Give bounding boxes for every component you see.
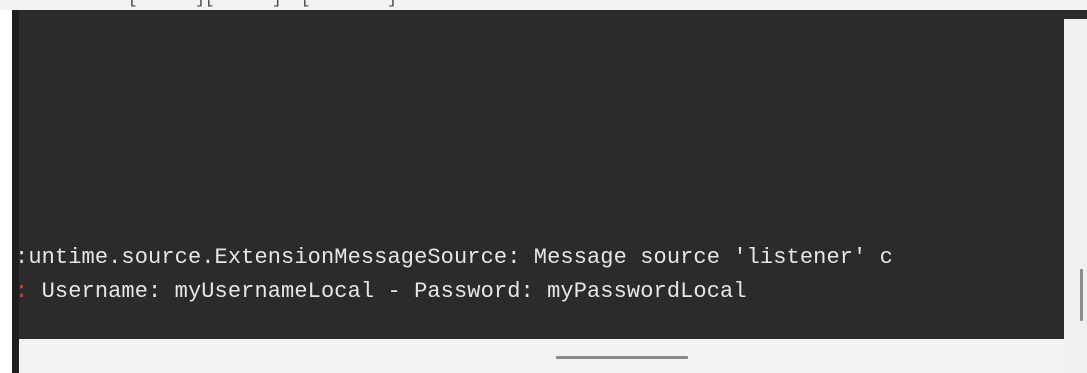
console-line-text: Username: myUsernameLocal - Password: my… [28, 279, 747, 304]
vertical-scroll-thumb[interactable] [1080, 269, 1083, 321]
console-line-prefix: : [19, 279, 28, 304]
vertical-scrollbar[interactable] [1064, 19, 1087, 373]
horizontal-scrollbar[interactable] [19, 339, 1064, 373]
top-cutoff-text: [ ][ ] [ ] [128, 0, 397, 8]
console-line: : Username: myUsernameLocal - Password: … [19, 279, 747, 304]
console-top-border [0, 10, 1087, 19]
left-divider-bar [12, 10, 19, 373]
console-output-panel[interactable]: :untime.source.ExtensionMessageSource: M… [19, 19, 1064, 339]
horizontal-scroll-thumb[interactable] [556, 356, 688, 359]
console-line-text: untime.source.ExtensionMessageSource: Me… [28, 245, 893, 270]
console-line: :untime.source.ExtensionMessageSource: M… [19, 245, 893, 270]
console-line-prefix: : [19, 245, 28, 270]
